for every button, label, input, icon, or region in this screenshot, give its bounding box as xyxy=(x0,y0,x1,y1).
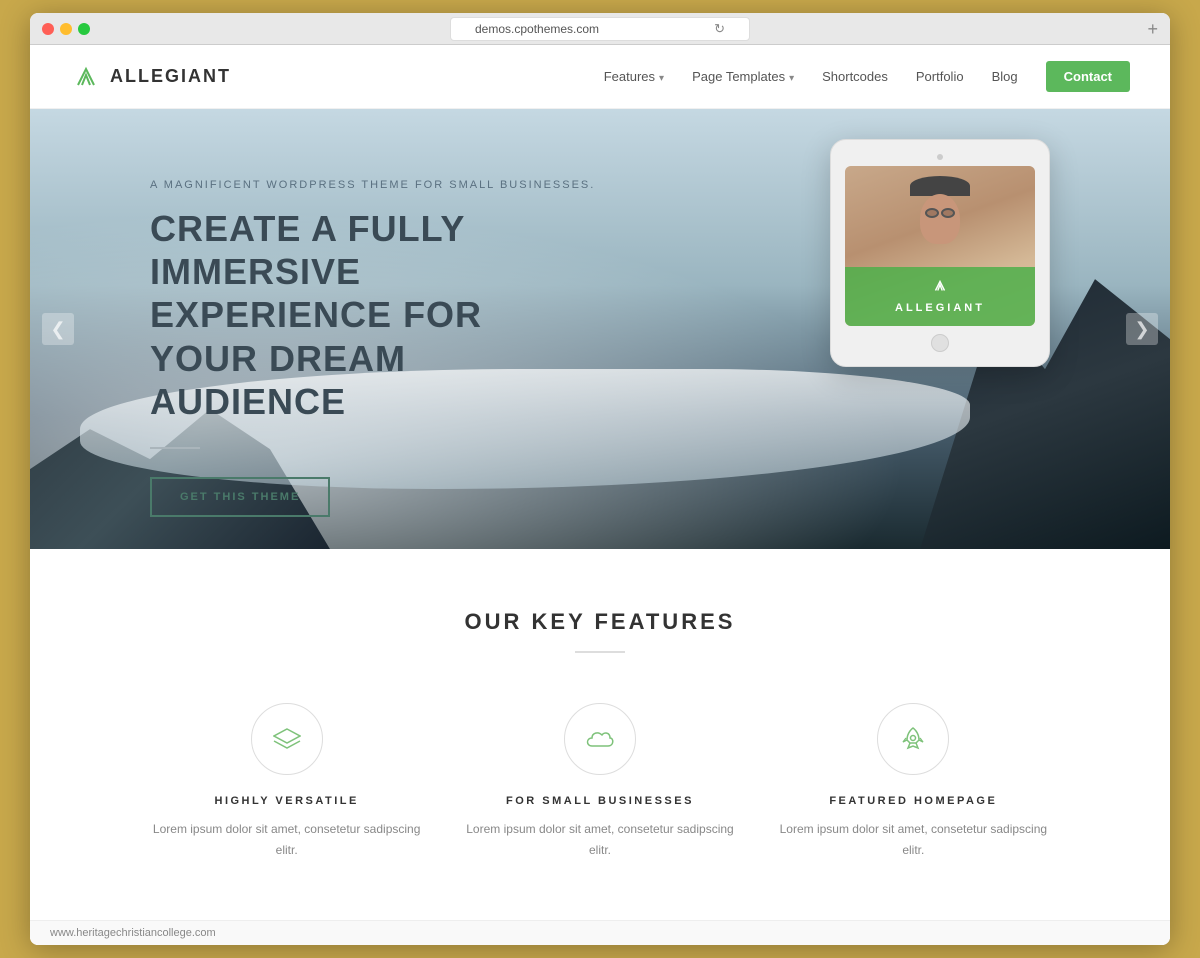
nav-item-contact[interactable]: Contact xyxy=(1046,68,1130,86)
tablet-screen-overlay: ALLEGIANT xyxy=(845,267,1035,326)
nav-link-features[interactable]: Features xyxy=(604,69,664,84)
reload-icon[interactable]: ↻ xyxy=(714,21,725,37)
tablet-camera xyxy=(937,154,943,160)
browser-titlebar: demos.cpothemes.com ↻ + xyxy=(30,13,1170,45)
nav-link-contact[interactable]: Contact xyxy=(1046,61,1130,92)
hero-next-arrow[interactable]: ❯ xyxy=(1126,313,1158,345)
features-divider xyxy=(575,651,625,653)
add-tab-button[interactable]: + xyxy=(1147,20,1158,38)
logo-icon xyxy=(70,61,102,93)
site-footer-bar: www.heritagechristiancollege.com xyxy=(30,920,1170,945)
hero-divider xyxy=(150,447,200,449)
layers-icon xyxy=(251,703,323,775)
nav-item-features[interactable]: Features xyxy=(604,68,664,86)
hero-cta-button[interactable]: GET THIS THEME xyxy=(150,477,330,517)
site-wrapper: ALLEGIANT Features Page Templates Shortc… xyxy=(30,45,1170,945)
nav-item-portfolio[interactable]: Portfolio xyxy=(916,68,964,86)
url-text: demos.cpothemes.com xyxy=(475,22,599,36)
feature-item-small-biz: FOR SMALL BUSINESSES Lorem ipsum dolor s… xyxy=(463,703,736,860)
close-button[interactable] xyxy=(42,23,54,35)
cloud-icon xyxy=(564,703,636,775)
minimize-button[interactable] xyxy=(60,23,72,35)
tablet-screen: ALLEGIANT xyxy=(845,166,1035,326)
feature-item-versatile: HIGHLY VERSATILE Lorem ipsum dolor sit a… xyxy=(150,703,423,860)
nav-links: Features Page Templates Shortcodes Portf… xyxy=(604,68,1130,86)
rocket-icon xyxy=(877,703,949,775)
url-bar[interactable]: demos.cpothemes.com ↻ xyxy=(450,17,750,41)
footer-url: www.heritagechristiancollege.com xyxy=(50,927,216,939)
nav-link-portfolio[interactable]: Portfolio xyxy=(916,69,964,84)
feature-name-small-biz: FOR SMALL BUSINESSES xyxy=(463,795,736,807)
tablet-home-btn xyxy=(931,334,949,352)
nav-item-shortcodes[interactable]: Shortcodes xyxy=(822,68,888,86)
logo-text: ALLEGIANT xyxy=(110,66,231,87)
feature-name-homepage: FEATURED HOMEPAGE xyxy=(777,795,1050,807)
nav-link-blog[interactable]: Blog xyxy=(992,69,1018,84)
features-grid: HIGHLY VERSATILE Lorem ipsum dolor sit a… xyxy=(150,703,1050,860)
features-title: OUR KEY FEATURES xyxy=(70,609,1130,635)
browser-window: demos.cpothemes.com ↻ + ALLEGIANT Featur… xyxy=(30,13,1170,945)
feature-desc-versatile: Lorem ipsum dolor sit amet, consetetur s… xyxy=(150,819,423,860)
nav-item-page-templates[interactable]: Page Templates xyxy=(692,68,794,86)
feature-desc-small-biz: Lorem ipsum dolor sit amet, consetetur s… xyxy=(463,819,736,860)
feature-desc-homepage: Lorem ipsum dolor sit amet, consetetur s… xyxy=(777,819,1050,860)
hero-section: ❮ ❯ A MAGNIFICENT WORDPRESS THEME FOR SM… xyxy=(30,109,1170,549)
feature-name-versatile: HIGHLY VERSATILE xyxy=(150,795,423,807)
tablet-logo-text: ALLEGIANT xyxy=(895,302,985,314)
hero-prev-arrow[interactable]: ❮ xyxy=(42,313,74,345)
maximize-button[interactable] xyxy=(78,23,90,35)
hero-title: CREATE A FULLY IMMERSIVE EXPERIENCE FOR … xyxy=(150,207,570,423)
tablet-mockup: ALLEGIANT xyxy=(830,139,1050,367)
browser-dots xyxy=(42,23,90,35)
nav-item-blog[interactable]: Blog xyxy=(992,68,1018,86)
feature-item-homepage: FEATURED HOMEPAGE Lorem ipsum dolor sit … xyxy=(777,703,1050,860)
nav-link-shortcodes[interactable]: Shortcodes xyxy=(822,69,888,84)
tablet-outer: ALLEGIANT xyxy=(830,139,1050,367)
site-navigation: ALLEGIANT Features Page Templates Shortc… xyxy=(30,45,1170,109)
site-logo[interactable]: ALLEGIANT xyxy=(70,61,231,93)
nav-link-page-templates[interactable]: Page Templates xyxy=(692,69,794,84)
features-section: OUR KEY FEATURES HIGHLY VERSATILE Lorem … xyxy=(30,549,1170,920)
